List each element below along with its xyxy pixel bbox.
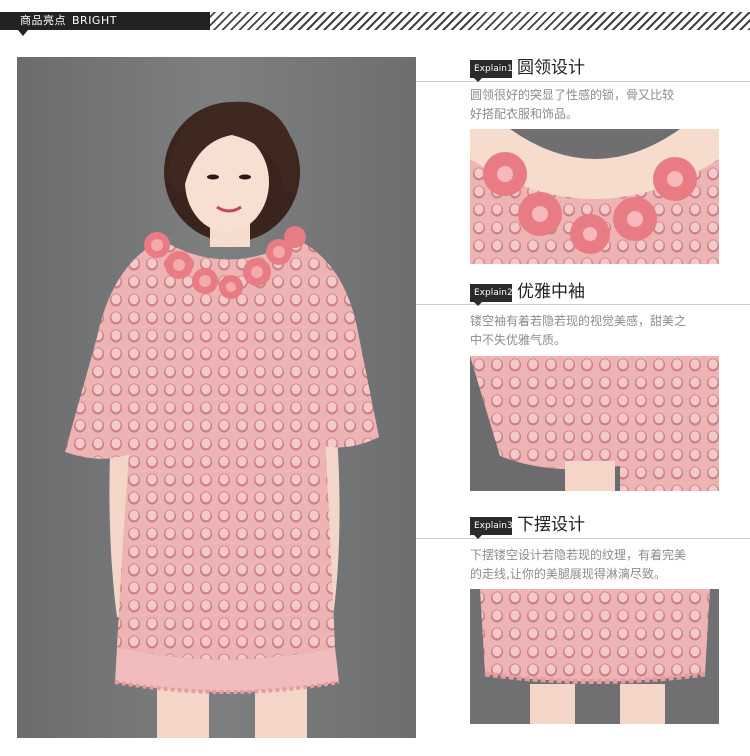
badge-label: Explain3 bbox=[474, 521, 513, 531]
section-divider-1 bbox=[416, 81, 750, 82]
model-illustration bbox=[17, 57, 416, 738]
section-title-1: 圆领设计 bbox=[517, 58, 585, 78]
desc-line: 圆领很好的突显了性感的锁，骨又比较 bbox=[470, 88, 675, 102]
hem-detail-photo bbox=[470, 589, 719, 724]
header-title-en: BRIGHT bbox=[72, 14, 117, 27]
desc-line: 下摆镂空设计若隐若现的纹理，有着完美 bbox=[470, 548, 687, 562]
header-title-cn: 商品亮点 bbox=[20, 14, 66, 27]
section-title-2: 优雅中袖 bbox=[517, 282, 585, 302]
desc-line: 的走线,让你的美腿展现得淋漓尽致。 bbox=[470, 567, 666, 581]
explain-badge-1: Explain1 bbox=[470, 60, 513, 82]
badge-tick bbox=[474, 302, 482, 306]
badge-label: Explain1 bbox=[474, 64, 513, 74]
neckline-detail-photo bbox=[470, 129, 719, 264]
header-notch bbox=[18, 30, 28, 36]
section-divider-3 bbox=[416, 538, 750, 539]
badge-label: Explain2 bbox=[474, 288, 513, 298]
section-desc-2: 镂空袖有着若隐若现的视觉美感，甜美之 中不失优雅气质。 bbox=[470, 312, 720, 350]
section-title-3: 下摆设计 bbox=[517, 515, 585, 535]
section-desc-1: 圆领很好的突显了性感的锁，骨又比较 好搭配衣服和饰品。 bbox=[470, 86, 720, 124]
desc-line: 镂空袖有着若隐若现的视觉美感，甜美之 bbox=[470, 314, 687, 328]
main-product-photo bbox=[17, 57, 416, 738]
section-header: 商品亮点 BRIGHT bbox=[0, 12, 750, 36]
section-desc-3: 下摆镂空设计若隐若现的纹理，有着完美 的走线,让你的美腿展现得淋漓尽致。 bbox=[470, 546, 720, 584]
header-tab: 商品亮点 BRIGHT bbox=[0, 12, 210, 30]
explain-badge-3: Explain3 bbox=[470, 517, 513, 539]
badge-tick bbox=[474, 78, 482, 82]
badge-tick bbox=[474, 535, 482, 539]
desc-line: 中不失优雅气质。 bbox=[470, 333, 567, 347]
section-divider-2 bbox=[416, 304, 750, 305]
header-stripes bbox=[210, 12, 750, 30]
sleeve-detail-photo bbox=[470, 356, 719, 491]
desc-line: 好搭配衣服和饰品。 bbox=[470, 107, 579, 121]
explain-badge-2: Explain2 bbox=[470, 284, 513, 306]
